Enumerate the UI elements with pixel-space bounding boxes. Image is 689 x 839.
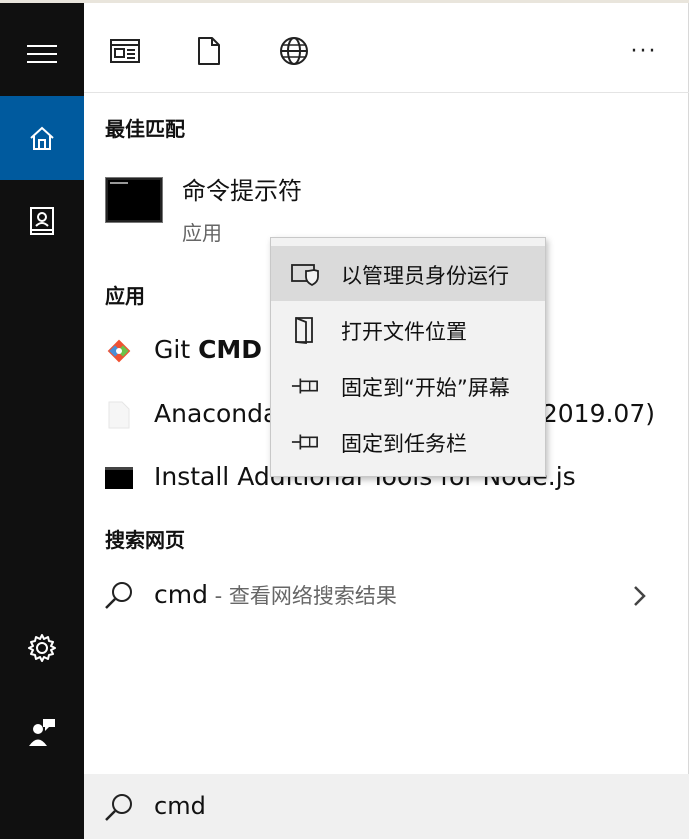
best-match-heading: 最佳匹配 (105, 117, 185, 141)
search-box[interactable]: cmd (84, 774, 689, 839)
settings-icon (28, 634, 56, 662)
search-icon (104, 580, 134, 614)
filter-documents-button[interactable] (105, 31, 145, 71)
pin-to-taskbar-item[interactable]: 固定到任务栏 (271, 414, 545, 469)
context-menu-label: 打开文件位置 (341, 320, 467, 344)
document-view-icon (110, 39, 140, 63)
best-match-title: 命令提示符 (182, 177, 302, 205)
pin-icon (291, 372, 319, 400)
web-search-text: cmd - 查看网络搜索结果 (154, 580, 397, 609)
user-feedback-icon (29, 719, 55, 746)
command-prompt-icon (105, 177, 163, 223)
notebook-icon (30, 207, 54, 235)
shield-icon (291, 260, 319, 288)
home-button[interactable] (0, 96, 84, 180)
web-search-heading: 搜索网页 (105, 528, 185, 552)
context-menu-label: 以管理员身份运行 (341, 264, 509, 288)
filter-web-button[interactable] (274, 31, 314, 71)
pin-icon (291, 428, 319, 456)
blank-file-icon (105, 401, 133, 429)
open-folder-icon (291, 316, 319, 344)
file-icon (198, 37, 220, 65)
more-options-button[interactable]: ··· (624, 31, 664, 71)
run-as-admin-item[interactable]: 以管理员身份运行 (271, 246, 545, 301)
filter-files-button[interactable] (189, 31, 229, 71)
home-icon (30, 126, 54, 150)
filter-toolbar: ··· (84, 3, 689, 93)
context-menu: 以管理员身份运行 打开文件位置 固定到“开始”屏幕 固定到任务栏 (270, 237, 546, 477)
best-match-subtitle: 应用 (182, 221, 222, 245)
menu-button[interactable] (0, 12, 84, 96)
context-menu-label: 固定到“开始”屏幕 (341, 376, 510, 400)
apps-heading: 应用 (105, 284, 145, 308)
documents-button[interactable] (0, 179, 84, 263)
search-input[interactable]: cmd (154, 792, 206, 820)
settings-button[interactable] (0, 606, 84, 690)
feedback-button[interactable] (0, 690, 84, 774)
hamburger-icon (27, 45, 57, 63)
web-search-result[interactable]: cmd - 查看网络搜索结果 (84, 570, 689, 626)
search-icon (104, 792, 134, 826)
open-file-location-item[interactable]: 打开文件位置 (271, 302, 545, 357)
globe-icon (280, 37, 308, 65)
console-icon (105, 464, 133, 492)
chevron-right-icon[interactable] (632, 584, 648, 612)
app-label: Git CMD (154, 335, 263, 364)
pin-to-start-item[interactable]: 固定到“开始”屏幕 (271, 358, 545, 413)
start-sidebar (0, 3, 84, 839)
git-icon (105, 337, 133, 365)
context-menu-label: 固定到任务栏 (341, 432, 467, 456)
